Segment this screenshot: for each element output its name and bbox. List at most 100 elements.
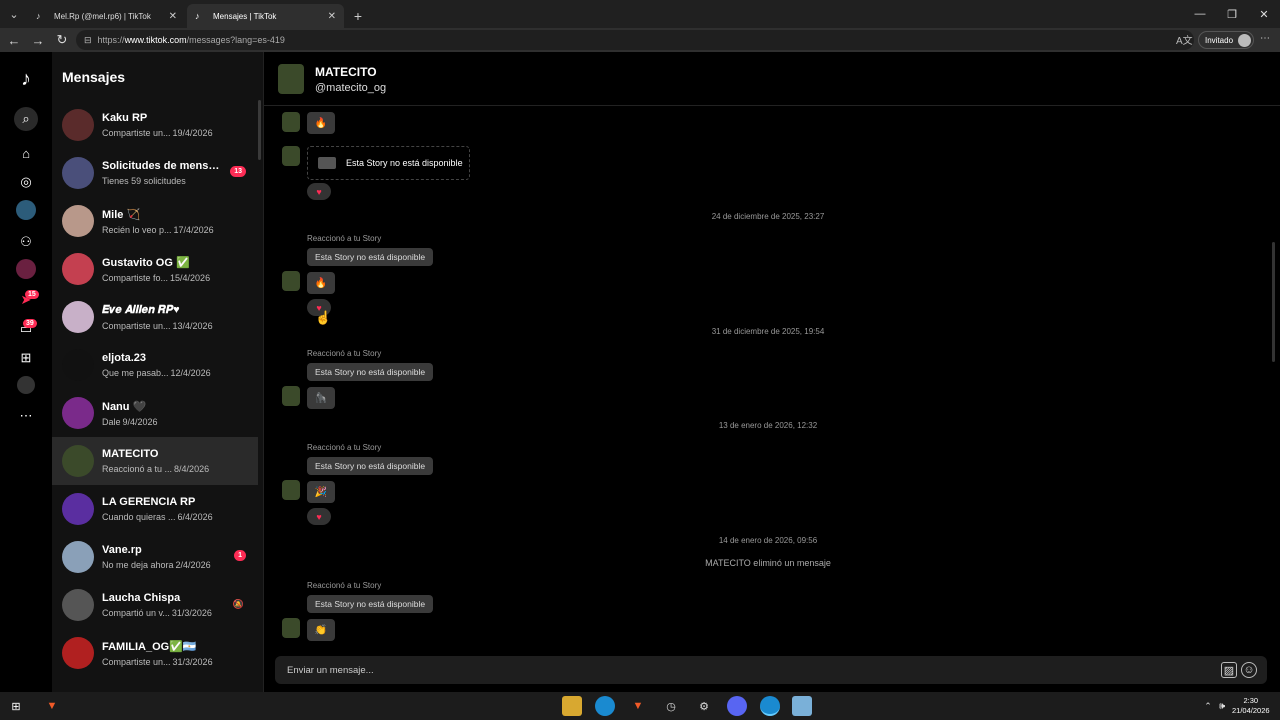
heart-reaction[interactable]: ♥ (307, 508, 331, 525)
file-explorer-icon[interactable] (562, 696, 582, 716)
conversation-preview: No me deja ahora (102, 560, 174, 570)
conversation-item[interactable]: FAMILIA_OG✅🇦🇷 Compartiste un... 31/3/2026 (52, 629, 258, 677)
profile-button[interactable]: Invitado (1198, 31, 1254, 49)
video-camera-icon (318, 157, 336, 169)
story-unavailable-text: Esta Story no está disponible (346, 158, 463, 168)
profile-label: Invitado (1205, 35, 1234, 45)
unread-badge: 13 (230, 166, 246, 177)
clock-time: 2:30 (1243, 696, 1259, 705)
brave-tray-icon[interactable]: ▼ (42, 696, 62, 716)
tiktok-logo-icon[interactable]: ♪ (14, 67, 38, 91)
tab-mel-rp[interactable]: ♪ Mel.Rp (@mel.rp6) | TikTok ✕ (28, 4, 185, 28)
avatar (62, 157, 94, 189)
sender-avatar[interactable] (282, 271, 300, 291)
conversation-date: 2/4/2026 (175, 560, 211, 570)
emoji-message[interactable]: 🦍 (307, 387, 335, 409)
sender-avatar[interactable] (282, 480, 300, 500)
conversation-item[interactable]: Laucha Chispa Compartió un v... 31/3/2026 🔕 (52, 581, 258, 629)
emoji-picker-icon[interactable]: ☺ (1241, 662, 1257, 678)
reload-icon[interactable]: ↻ (50, 28, 74, 52)
conversation-meta: Mile 🏹 Recién lo veo p... 17/4/2026 (102, 208, 258, 235)
conversation-item[interactable]: 𝑬𝒗𝒆 𝑨𝒊𝒊𝒍𝒆𝒏 𝑹𝑷♥ Compartiste un... 13/4/2026 (52, 293, 258, 341)
conversation-date: 31/3/2026 (171, 608, 212, 618)
conversation-date: 13/4/2026 (172, 320, 213, 331)
conversation-preview: Compartiste un... (102, 656, 171, 667)
conversation-list-scrollbar[interactable] (258, 100, 261, 160)
explore-icon[interactable]: ◎ (14, 170, 38, 194)
back-icon[interactable]: ← (2, 28, 26, 52)
contact-handle[interactable]: @matecito_og (315, 82, 386, 94)
close-tab-icon[interactable]: ✕ (328, 11, 336, 22)
upload-icon[interactable]: ⊞ (14, 346, 38, 370)
heart-reaction[interactable]: ♥ (307, 183, 331, 200)
conversation-date: 19/4/2026 (172, 128, 213, 138)
sender-avatar[interactable] (282, 618, 300, 638)
conversation-preview: Compartió un v... (102, 608, 170, 618)
emoji-message[interactable]: 🔥 (307, 112, 335, 134)
reacted-label: Reaccionó a tu Story (307, 443, 382, 452)
more-icon[interactable]: ⋯ (14, 404, 38, 428)
conversation-item[interactable]: Mile 🏹 Recién lo veo p... 17/4/2026 (52, 197, 258, 245)
emoji-message[interactable]: 👏 (307, 619, 335, 641)
conversation-item[interactable]: Solicitudes de mensaj... Tienes 59 solici… (52, 149, 258, 197)
conversation-date: 12/4/2026 (170, 368, 211, 378)
conversation-date: 17/4/2026 (173, 224, 214, 235)
edge-active-icon[interactable] (760, 696, 780, 716)
conversation-date: 31/3/2026 (172, 656, 213, 667)
new-tab-icon[interactable]: + (346, 4, 370, 28)
image-upload-icon[interactable]: ▨ (1221, 662, 1237, 678)
conversation-item[interactable]: eljota.23 Que me pasab... 12/4/2026 (52, 341, 258, 389)
browser-menu-icon[interactable]: ⋯ (1260, 33, 1270, 44)
tab-mensajes[interactable]: ♪ Mensajes | TikTok ✕ (187, 4, 344, 28)
taskbar-clock[interactable]: 2:30 21/04/2026 (1232, 696, 1270, 716)
friend-avatar-icon[interactable] (16, 259, 36, 279)
conversation-preview: Que me pasab... (102, 368, 169, 378)
conversation-item[interactable]: Kaku RP Compartiste un... 19/4/2026 (52, 101, 258, 149)
contact-avatar[interactable] (278, 64, 304, 94)
emoji-message[interactable]: 🔥 (307, 272, 335, 294)
conversation-preview-line: Compartiste un... 13/4/2026 (102, 321, 258, 331)
discord-icon[interactable] (727, 696, 747, 716)
close-tab-icon[interactable]: ✕ (169, 11, 177, 22)
profile-avatar-icon[interactable] (17, 376, 35, 394)
forward-icon[interactable]: → (26, 28, 50, 52)
address-bar[interactable]: ⊟ https://www.tiktok.com/messages?lang=e… (76, 30, 1194, 50)
conversation-item[interactable]: Gustavito OG ✅ Compartiste fo... 15/4/2026 (52, 245, 258, 293)
message-input[interactable] (287, 664, 1221, 676)
maximize-icon[interactable]: ❐ (1216, 0, 1248, 28)
conversation-item[interactable]: LA GERENCIA RP Cuando quieras ... 6/4/2026 (52, 485, 258, 533)
steam-icon[interactable]: ⚙ (694, 696, 714, 716)
conversation-item[interactable]: Vane.rp No me deja ahora 2/4/2026 1 (52, 533, 258, 581)
windows-start-icon[interactable]: ⊞ (6, 696, 26, 716)
conversation-name: Solicitudes de mensaj... (102, 160, 222, 172)
emoji-message[interactable]: 🎉 (307, 481, 335, 503)
conversation-item[interactable]: Nanu 🖤 Dale 9/4/2026 (52, 389, 258, 437)
minimize-icon[interactable]: — (1184, 0, 1216, 28)
tab-actions-menu-icon[interactable]: ⌄ (0, 0, 28, 28)
conversation-preview-line: Reaccionó a tu ... 8/4/2026 (102, 464, 258, 474)
clock-app-icon[interactable]: ◷ (661, 696, 681, 716)
timestamp: 24 de diciembre de 2025, 23:27 (711, 212, 825, 221)
volume-icon[interactable]: 🕪 (1212, 696, 1232, 716)
sender-avatar[interactable] (282, 386, 300, 406)
site-info-icon[interactable]: ⊟ (84, 35, 92, 46)
story-unavailable-pill: Esta Story no está disponible (307, 595, 434, 613)
conversation-name: eljota.23 (102, 352, 147, 364)
edge-icon[interactable] (595, 696, 615, 716)
contact-name[interactable]: MATECITO (315, 65, 377, 79)
close-window-icon[interactable]: ✕ (1248, 0, 1280, 28)
live-avatar-icon[interactable] (16, 200, 36, 220)
avatar (62, 445, 94, 477)
translate-icon[interactable]: A文 (1176, 32, 1193, 47)
search-icon[interactable]: ⌕ (14, 107, 38, 131)
windows-taskbar: ⊞ ▼ ▼ ◷ ⚙ ⌃ 🕪 2:30 21/04/2026 (0, 692, 1280, 720)
sender-avatar[interactable] (282, 146, 300, 166)
chat-scrollbar[interactable] (1272, 242, 1275, 362)
following-icon[interactable]: ⚇ (14, 230, 38, 254)
home-icon[interactable]: ⌂ (14, 141, 38, 165)
conversation-item[interactable]: MATECITO Reaccionó a tu ... 8/4/2026 (52, 437, 258, 485)
sender-avatar[interactable] (282, 112, 300, 132)
notepad-icon[interactable] (792, 696, 812, 716)
avatar (62, 205, 94, 237)
brave-icon[interactable]: ▼ (628, 696, 648, 716)
